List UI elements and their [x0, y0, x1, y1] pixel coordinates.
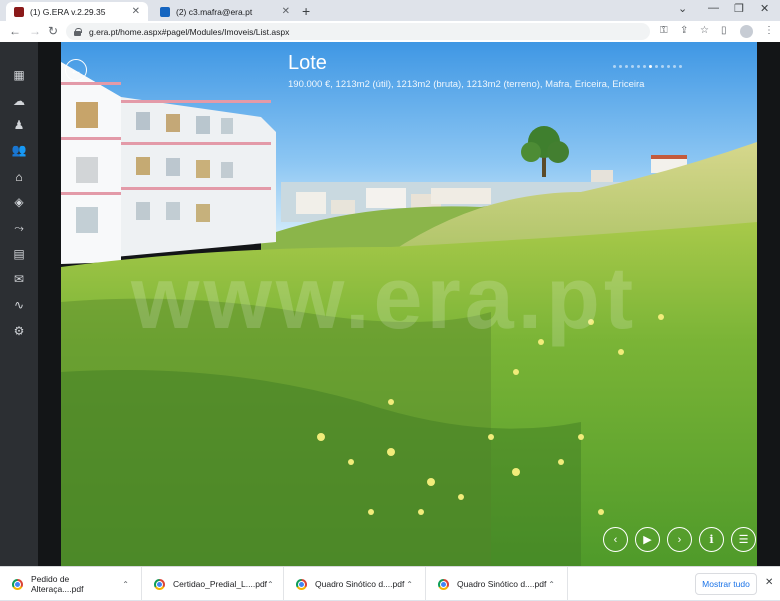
download-filename: Certidao_Predial_L....pdf [173, 579, 268, 589]
previous-photo-button[interactable]: ‹ [603, 527, 628, 552]
close-tab-icon[interactable]: ✕ [132, 6, 140, 17]
chevron-up-icon[interactable]: ⌃ [406, 580, 413, 589]
users-icon: 👥 [11, 143, 27, 157]
slide-dot[interactable] [631, 65, 634, 68]
reload-icon[interactable]: ↻ [48, 24, 58, 38]
sidepanel-icon[interactable]: ▯ [721, 25, 727, 36]
chrome-file-icon [154, 578, 165, 590]
tab-title: (1) G.ERA v.2.29.35 [30, 6, 106, 17]
forward-arrow-icon[interactable]: → [29, 24, 41, 38]
gera-favicon-icon [14, 6, 24, 17]
property-photo: www.era.pt [61, 42, 757, 566]
chevron-up-icon[interactable]: ⌃ [267, 580, 274, 589]
slide-dot[interactable] [679, 65, 682, 68]
info-button[interactable]: i [699, 527, 724, 552]
play-slideshow-button[interactable]: ▶ [635, 527, 660, 552]
slide-dot[interactable] [661, 65, 664, 68]
sidebar-item-layers[interactable]: ◈ [0, 189, 38, 215]
layers-icon: ◈ [14, 195, 24, 209]
slide-dot[interactable] [667, 65, 670, 68]
restore-icon[interactable]: ❐ [734, 2, 744, 15]
tab-search-icon[interactable]: ⌄ [678, 2, 687, 15]
next-photo-button[interactable]: › [667, 527, 692, 552]
chevron-up-icon[interactable]: ⌃ [122, 580, 129, 589]
close-downloads-icon[interactable]: ✕ [765, 577, 773, 588]
download-item[interactable]: Pedido de Alteraça....pdf ⌃ [0, 567, 142, 601]
download-item[interactable]: Quadro Sinótico d....pdf ⌃ [284, 567, 426, 601]
listing-title: Lote [288, 52, 327, 74]
sidebar-item-properties[interactable]: ⌂ [0, 164, 38, 190]
chrome-file-icon [438, 578, 449, 590]
grid-icon: ▦ [13, 68, 25, 82]
list-view-button[interactable]: ☰ [731, 527, 756, 552]
chevron-up-icon[interactable]: ⌃ [548, 580, 555, 589]
sidebar-item-pipeline[interactable]: ⤳ [0, 215, 38, 241]
slide-dot[interactable] [655, 65, 658, 68]
person-walking-icon: ♟ [13, 118, 25, 132]
sidebar-item-documents[interactable]: ▤ [0, 241, 38, 267]
sidebar-item-reports[interactable]: ∿ [0, 292, 38, 318]
chrome-file-icon [296, 578, 307, 590]
download-filename: Quadro Sinótico d....pdf [457, 579, 547, 589]
menu-icon[interactable]: ⋮ [764, 25, 774, 36]
new-tab-button[interactable]: + [302, 3, 310, 19]
tab-gera[interactable]: (1) G.ERA v.2.29.35 ✕ [6, 2, 148, 21]
card-icon: ▤ [13, 247, 25, 261]
slide-dot[interactable] [673, 65, 676, 68]
tab-bar: (1) G.ERA v.2.29.35 ✕ (2) c3.mafra@era.p… [0, 0, 780, 21]
key-icon[interactable]: ⚿ [660, 25, 668, 36]
listing-details: 190.000 €, 1213m2 (útil), 1213m2 (bruta)… [288, 79, 645, 90]
download-filename: Quadro Sinótico d....pdf [315, 579, 405, 589]
address-text: g.era.pt/home.aspx#pagel/Modules/Imoveis… [89, 26, 290, 37]
mail-icon: ✉ [13, 272, 25, 286]
tab-title: (2) c3.mafra@era.pt [176, 6, 253, 17]
slide-dot[interactable] [625, 65, 628, 68]
download-item[interactable]: Certidao_Predial_L....pdf ⌃ [142, 567, 284, 601]
download-item[interactable]: Quadro Sinótico d....pdf ⌃ [426, 567, 568, 601]
watermark: www.era.pt [131, 248, 638, 347]
back-arrow-icon[interactable]: ← [9, 24, 21, 38]
download-filename: Pedido de Alteraça....pdf [31, 574, 84, 594]
sidebar-item-chat[interactable]: ☁ [0, 88, 38, 114]
show-all-downloads-button[interactable]: Mostrar tudo [695, 573, 757, 595]
slide-indicator [613, 65, 682, 68]
downloads-bar: Pedido de Alteraça....pdf ⌃ Certidao_Pre… [0, 566, 780, 601]
back-button[interactable]: ← [65, 59, 87, 81]
browser-toolbar: ← → ↻ g.era.pt/home.aspx#pagel/Modules/I… [0, 21, 780, 42]
sidebar-item-contacts[interactable]: 👥 [0, 137, 38, 163]
slide-dot[interactable] [649, 65, 652, 68]
close-tab-icon[interactable]: ✕ [282, 6, 290, 17]
sidebar-item-dashboard[interactable]: ▦ [0, 62, 38, 88]
address-bar[interactable]: g.era.pt/home.aspx#pagel/Modules/Imoveis… [66, 23, 650, 40]
home-icon: ⌂ [15, 170, 23, 184]
chart-icon: ∿ [13, 298, 25, 312]
chrome-file-icon [12, 578, 23, 590]
app-sidebar: ▦ ☁ ♟ 👥 ⌂ ◈ ⤳ ▤ ✉ ∿ ⚙ [0, 42, 38, 566]
minimize-icon[interactable]: — [708, 2, 719, 14]
tab-mail[interactable]: (2) c3.mafra@era.pt ✕ [152, 2, 298, 21]
profile-icon[interactable] [740, 25, 753, 38]
mail-favicon-icon [160, 6, 170, 17]
slide-dot[interactable] [637, 65, 640, 68]
sidebar-item-settings[interactable]: ⚙ [0, 318, 38, 344]
window-close-icon[interactable]: ✕ [760, 2, 769, 15]
settings-icon: ⚙ [13, 324, 25, 338]
chat-icon: ☁ [13, 94, 25, 108]
slide-dot[interactable] [643, 65, 646, 68]
slide-dot[interactable] [619, 65, 622, 68]
star-icon[interactable]: ☆ [700, 25, 709, 36]
route-icon: ⤳ [14, 220, 24, 235]
slide-dot[interactable] [613, 65, 616, 68]
main-content: www.era.pt ← Lote 190.000 €, 1213m2 (úti… [38, 42, 780, 566]
share-icon[interactable]: ⇪ [680, 25, 688, 36]
sidebar-item-mail[interactable]: ✉ [0, 266, 38, 292]
lock-icon [74, 27, 82, 36]
sidebar-item-visits[interactable]: ♟ [0, 112, 38, 138]
